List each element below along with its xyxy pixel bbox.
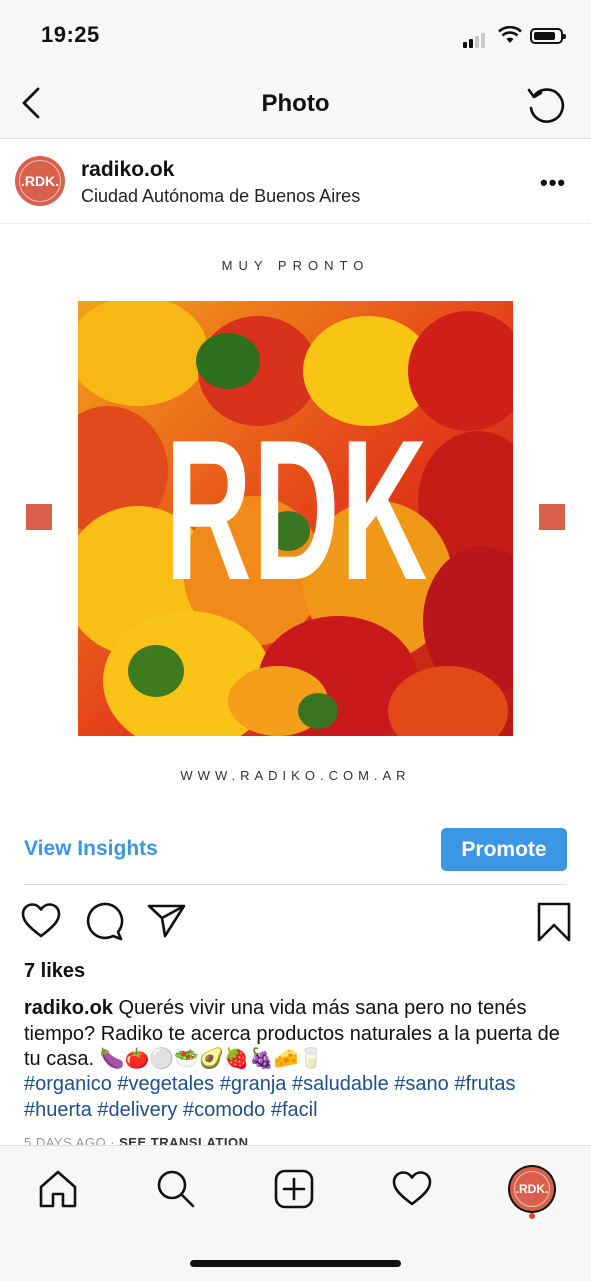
search-icon[interactable] [156,1169,196,1209]
cellular-signal-icon [463,30,487,48]
home-indicator [190,1260,401,1267]
caption: radiko.ok Querés vivir una vida más sana… [24,996,569,1073]
post-username[interactable]: radiko.ok [81,158,174,182]
likes-count[interactable]: 7 likes [24,960,85,983]
post-location[interactable]: Ciudad Autónoma de Buenos Aires [81,186,360,207]
promote-button[interactable]: Promote [441,828,567,871]
bookmark-icon[interactable] [537,902,571,942]
activity-heart-icon[interactable] [392,1170,432,1208]
wifi-icon [498,26,522,43]
new-post-icon[interactable] [274,1169,314,1209]
like-heart-icon[interactable] [21,902,61,940]
caption-hashtags[interactable]: #organico #vegetales #granja #saludable … [24,1072,569,1123]
comment-icon[interactable] [84,902,124,942]
profile-tab-avatar[interactable]: .RDK. [510,1167,554,1211]
decorative-square [26,504,52,530]
status-time: 19:25 [41,22,100,47]
refresh-icon[interactable] [525,84,567,126]
view-insights-link[interactable]: View Insights [24,837,158,861]
status-bar: 19:25 [0,0,591,70]
page-title: Photo [261,90,330,117]
notification-dot [529,1213,535,1219]
avatar[interactable]: .RDK. [15,156,65,206]
caption-username[interactable]: radiko.ok [24,997,113,1019]
home-icon[interactable] [38,1169,78,1209]
more-options-icon[interactable]: ••• [540,170,566,196]
decorative-square [539,504,565,530]
battery-icon [530,28,566,44]
nav-header: Photo [0,70,591,139]
divider [24,884,567,885]
image-top-text: MUY PRONTO [221,258,370,273]
peppers-photo: RDK [78,301,513,736]
image-bottom-text: WWW.RADIKO.COM.AR [180,768,411,783]
share-icon[interactable] [147,903,187,939]
image-logo-text: RDK [165,399,429,622]
